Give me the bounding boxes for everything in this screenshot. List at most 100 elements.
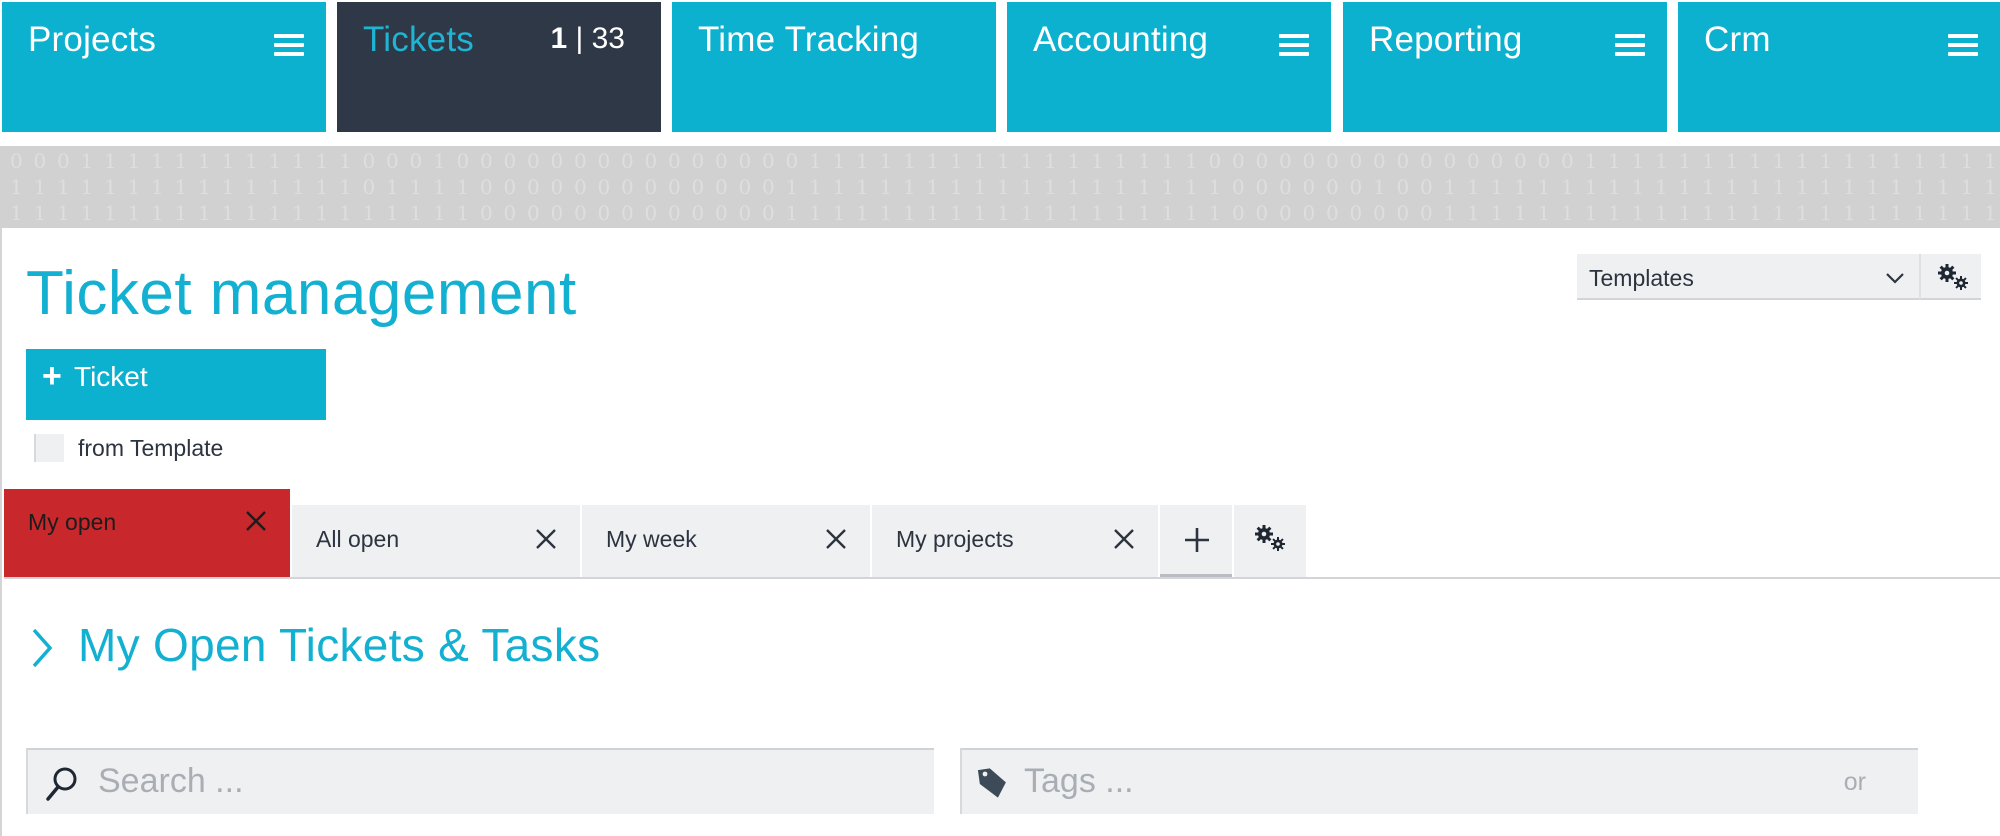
tab-label: All open — [316, 526, 400, 552]
binary-digit: 1 — [269, 149, 282, 173]
binary-digit: 1 — [809, 149, 822, 173]
binary-digit: 0 — [1303, 175, 1316, 199]
menu-icon[interactable] — [1279, 34, 1309, 56]
binary-digit: 1 — [433, 149, 446, 173]
binary-digit: 1 — [175, 175, 188, 199]
binary-digit: 1 — [1491, 201, 1504, 225]
binary-digit: 1 — [1702, 175, 1715, 199]
tab-my-week[interactable]: My week — [582, 505, 870, 577]
binary-digit: 0 — [504, 149, 517, 173]
binary-digit: 1 — [880, 149, 893, 173]
binary-digit: 1 — [1185, 201, 1198, 225]
add-tab-button[interactable] — [1160, 505, 1232, 577]
binary-digit: 1 — [1726, 149, 1739, 173]
tab-label: My projects — [896, 526, 1014, 552]
binary-digit: 1 — [1091, 149, 1104, 173]
close-icon[interactable] — [1112, 527, 1136, 551]
binary-digit: 1 — [1044, 149, 1057, 173]
menu-icon[interactable] — [1948, 34, 1978, 56]
nav-tile-reporting[interactable]: Reporting — [1343, 2, 1667, 132]
binary-digit: 1 — [104, 201, 117, 225]
nav-tile-crm[interactable]: Crm — [1678, 2, 2000, 132]
binary-digit: 1 — [1749, 175, 1762, 199]
binary-digit: 1 — [1491, 175, 1504, 199]
tab-my-open[interactable]: My open — [4, 489, 290, 577]
binary-digit: 1 — [316, 201, 329, 225]
close-icon[interactable] — [244, 509, 268, 533]
nav-tile-label: Projects — [28, 20, 157, 59]
from-template-checkbox[interactable] — [34, 434, 64, 462]
binary-digit: 1 — [997, 149, 1010, 173]
binary-digit: 1 — [292, 149, 305, 173]
binary-digit: 0 — [574, 175, 587, 199]
templates-settings-button[interactable] — [1919, 254, 1981, 300]
binary-digit: 0 — [598, 175, 611, 199]
binary-digit: 0 — [480, 149, 493, 173]
binary-digit: 1 — [1467, 201, 1480, 225]
from-template-label[interactable]: from Template — [78, 435, 223, 462]
binary-digit: 1 — [1561, 201, 1574, 225]
close-icon[interactable] — [534, 527, 558, 551]
binary-digit: 1 — [856, 149, 869, 173]
binary-digit: 1 — [903, 201, 916, 225]
binary-digit: 1 — [222, 149, 235, 173]
binary-digit: 1 — [974, 201, 987, 225]
binary-digit: 1 — [1726, 201, 1739, 225]
binary-digit: 1 — [81, 201, 94, 225]
binary-digit: 1 — [809, 201, 822, 225]
binary-digit: 0 — [1256, 201, 1269, 225]
binary-digit: 1 — [950, 175, 963, 199]
binary-digit: 1 — [1209, 175, 1222, 199]
search-input[interactable] — [98, 758, 918, 804]
nav-tile-time-tracking[interactable]: Time Tracking — [672, 2, 996, 132]
nav-tile-accounting[interactable]: Accounting — [1007, 2, 1331, 132]
binary-digit: 1 — [1091, 175, 1104, 199]
binary-digit: 1 — [1820, 175, 1833, 199]
binary-digit: 0 — [1444, 149, 1457, 173]
gears-icon — [1255, 525, 1285, 551]
binary-digit: 1 — [10, 201, 23, 225]
binary-digit: 1 — [903, 149, 916, 173]
binary-digit: 1 — [1749, 201, 1762, 225]
binary-digit: 0 — [1256, 149, 1269, 173]
tags-input[interactable] — [1024, 758, 1744, 804]
binary-digit: 0 — [363, 175, 376, 199]
filter-tabs: My open All open My week My projects — [4, 489, 2000, 579]
binary-digit: 1 — [880, 201, 893, 225]
binary-digit: 1 — [1843, 175, 1856, 199]
binary-digit: 0 — [762, 201, 775, 225]
binary-digit: 1 — [1538, 201, 1551, 225]
binary-digit: 0 — [1467, 149, 1480, 173]
tab-my-projects[interactable]: My projects — [872, 505, 1158, 577]
nav-tile-projects[interactable]: Projects — [2, 2, 326, 132]
binary-digit: 1 — [151, 149, 164, 173]
binary-digit: 1 — [1937, 149, 1950, 173]
binary-digit: 1 — [222, 175, 235, 199]
binary-digit: 0 — [551, 175, 564, 199]
add-ticket-label: Ticket — [74, 361, 148, 392]
binary-digit: 1 — [1867, 175, 1880, 199]
binary-digit: 1 — [1444, 175, 1457, 199]
menu-icon[interactable] — [1615, 34, 1645, 56]
menu-icon[interactable] — [274, 34, 304, 56]
nav-tile-tickets[interactable]: Tickets 1 | 33 — [337, 2, 661, 132]
tab-settings-button[interactable] — [1234, 505, 1306, 577]
binary-digit: 1 — [1796, 149, 1809, 173]
close-icon[interactable] — [824, 527, 848, 551]
tab-all-open[interactable]: All open — [292, 505, 580, 577]
binary-digit: 1 — [1726, 175, 1739, 199]
binary-digit: 0 — [1420, 175, 1433, 199]
binary-digit: 1 — [1820, 149, 1833, 173]
binary-digit: 1 — [1514, 175, 1527, 199]
binary-digit: 1 — [1162, 201, 1175, 225]
templates-select[interactable]: Templates — [1577, 254, 1919, 300]
binary-digit: 1 — [10, 175, 23, 199]
binary-digit: 1 — [1914, 201, 1927, 225]
binary-digit: 0 — [715, 175, 728, 199]
binary-digit: 1 — [1068, 175, 1081, 199]
binary-digit: 1 — [903, 175, 916, 199]
binary-digit: 0 — [1420, 149, 1433, 173]
binary-digit: 1 — [1632, 201, 1645, 225]
binary-digit: 1 — [1890, 201, 1903, 225]
add-ticket-button[interactable]: + Ticket — [26, 349, 326, 420]
